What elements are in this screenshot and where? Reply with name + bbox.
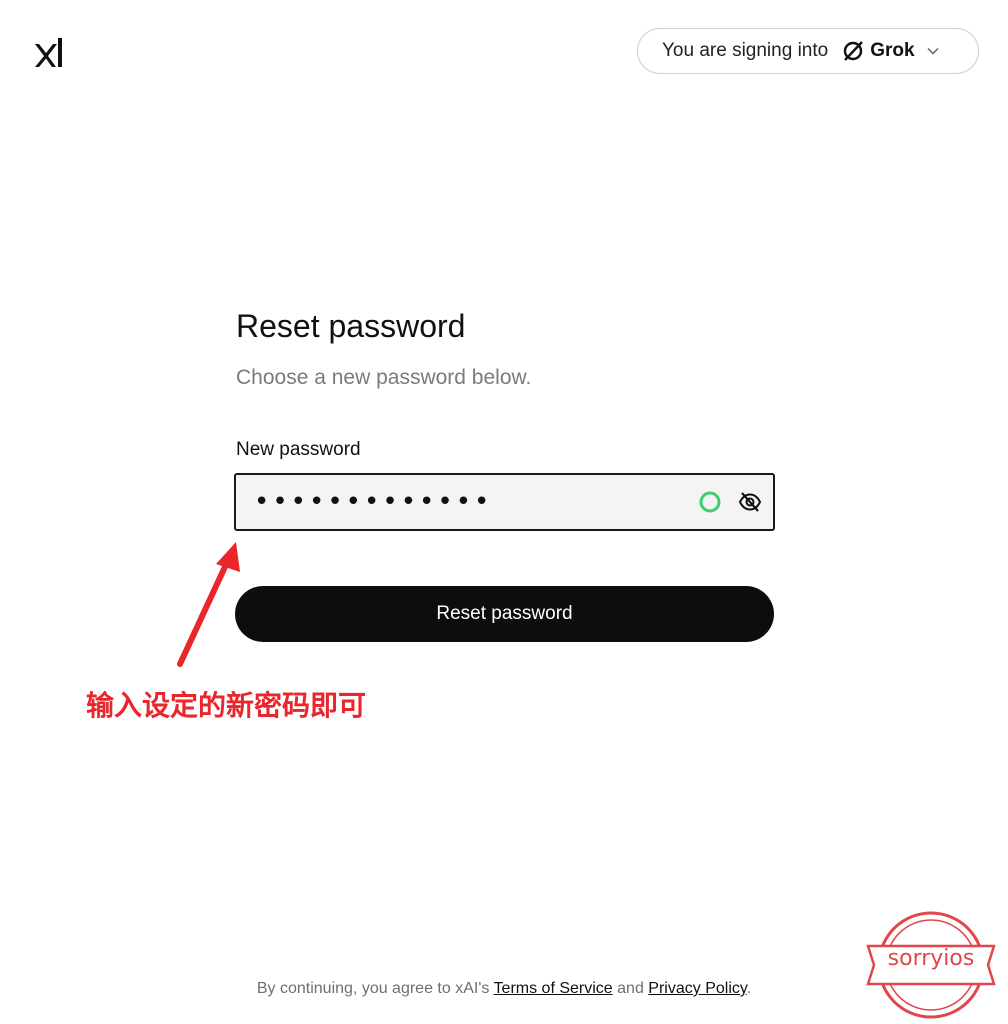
xai-logo-icon[interactable] bbox=[33, 36, 63, 68]
eye-off-icon[interactable] bbox=[738, 491, 762, 513]
footer-conjunction: and bbox=[617, 980, 644, 997]
footer-prefix: By continuing, you agree to xAI's bbox=[256, 980, 490, 997]
password-strength-icon bbox=[699, 491, 721, 513]
legal-footer: By continuing, you agree to xAI's Terms … bbox=[0, 980, 1008, 998]
reset-password-button[interactable]: Reset password bbox=[235, 586, 774, 642]
privacy-policy-link[interactable]: Privacy Policy bbox=[648, 980, 746, 997]
terms-of-service-link[interactable]: Terms of Service bbox=[494, 980, 613, 997]
product-name: Grok bbox=[870, 40, 915, 61]
footer-suffix: . bbox=[746, 980, 752, 997]
reset-password-page: You are signing into Grok Reset password… bbox=[0, 0, 1008, 1024]
page-title: Reset password bbox=[236, 308, 466, 344]
product-switcher-button[interactable]: You are signing into Grok bbox=[637, 28, 979, 74]
new-password-input[interactable] bbox=[254, 483, 674, 521]
annotation-arrow-icon bbox=[177, 542, 240, 667]
chevron-down-icon bbox=[927, 47, 939, 55]
new-password-label: New password bbox=[236, 439, 361, 460]
signin-prefix-text: You are signing into bbox=[662, 40, 829, 61]
watermark-text: sorryios bbox=[887, 946, 975, 971]
new-password-field bbox=[234, 473, 775, 531]
annotation-text: 输入设定的新密码即可 bbox=[86, 689, 367, 722]
page-subtitle: Choose a new password below. bbox=[236, 366, 532, 389]
grok-logo-icon bbox=[844, 41, 864, 61]
